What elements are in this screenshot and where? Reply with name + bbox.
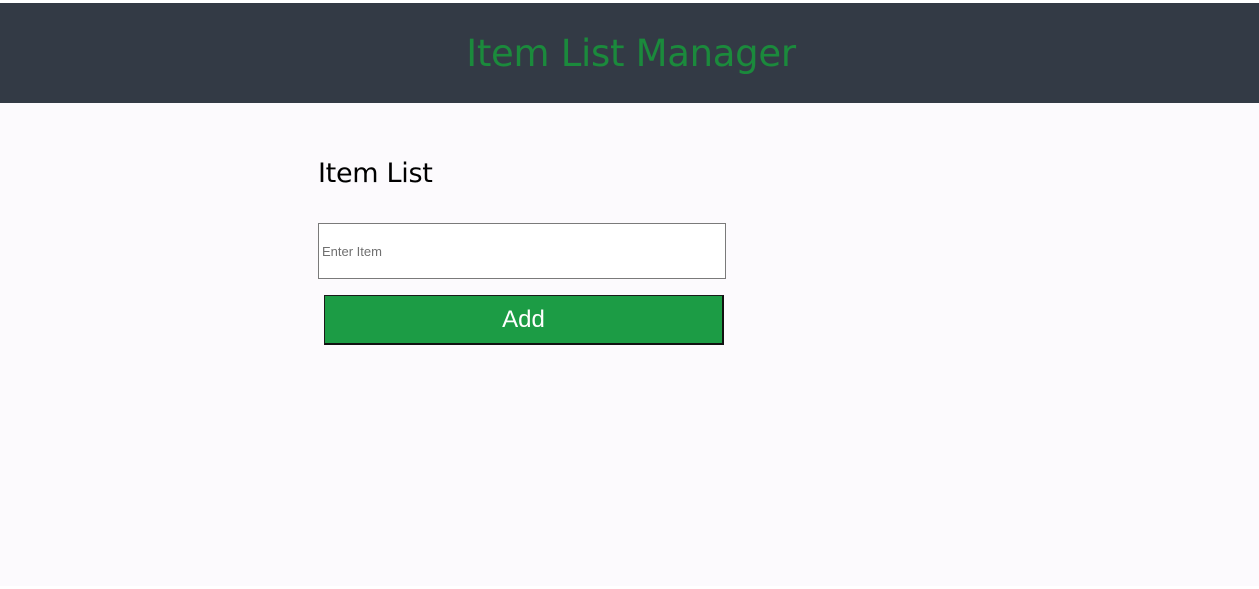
app-title: Item List Manager [466,31,796,75]
page: Item List Manager Item List Add [0,0,1259,589]
item-list-title: Item List [318,158,433,189]
item-input[interactable] [318,223,726,279]
app-header: Item List Manager [0,3,1259,103]
add-button[interactable]: Add [324,295,724,345]
main-content: Item List Add [0,103,1259,586]
